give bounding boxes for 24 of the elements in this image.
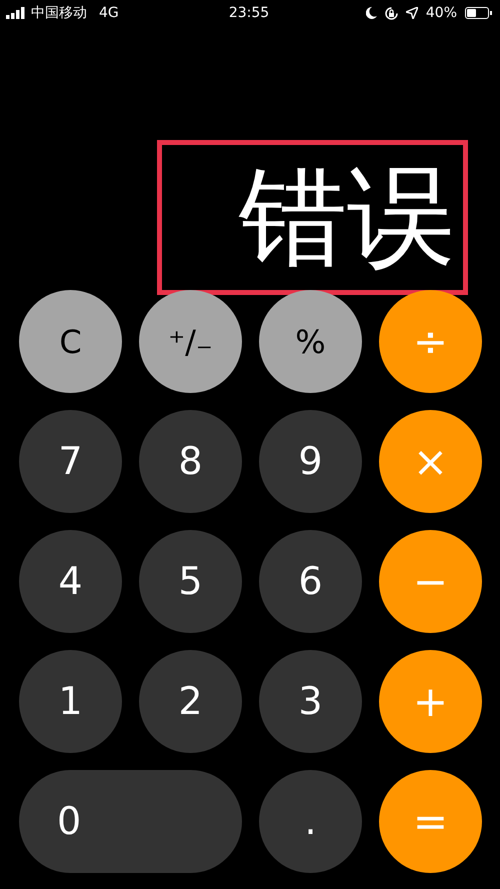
carrier-name: 中国移动 [31, 4, 87, 22]
digit-key[interactable]: 9 [259, 410, 362, 513]
rotation-lock-icon [384, 6, 398, 20]
battery-percent: 40% [426, 4, 458, 22]
function-key[interactable]: C [19, 290, 122, 393]
location-arrow-icon [406, 7, 418, 19]
clock-time: 23:55 [228, 4, 270, 22]
digit-key[interactable]: 8 [139, 410, 242, 513]
network-type: 4G [99, 4, 119, 22]
signal-icon [6, 7, 27, 19]
digit-key[interactable]: 0 [19, 770, 242, 873]
digit-key[interactable]: 6 [259, 530, 362, 633]
battery-icon [465, 7, 492, 19]
digit-key[interactable]: 5 [139, 530, 242, 633]
display-value: 错误 [239, 164, 455, 272]
function-key[interactable]: ⁺∕₋ [139, 290, 242, 393]
digit-key[interactable]: 4 [19, 530, 122, 633]
digit-key[interactable]: 2 [139, 650, 242, 753]
digit-key[interactable]: 7 [19, 410, 122, 513]
digit-key[interactable]: 3 [259, 650, 362, 753]
digit-key[interactable]: 1 [19, 650, 122, 753]
digit-key[interactable]: . [259, 770, 362, 873]
moon-icon [366, 7, 377, 19]
function-key[interactable]: % [259, 290, 362, 393]
